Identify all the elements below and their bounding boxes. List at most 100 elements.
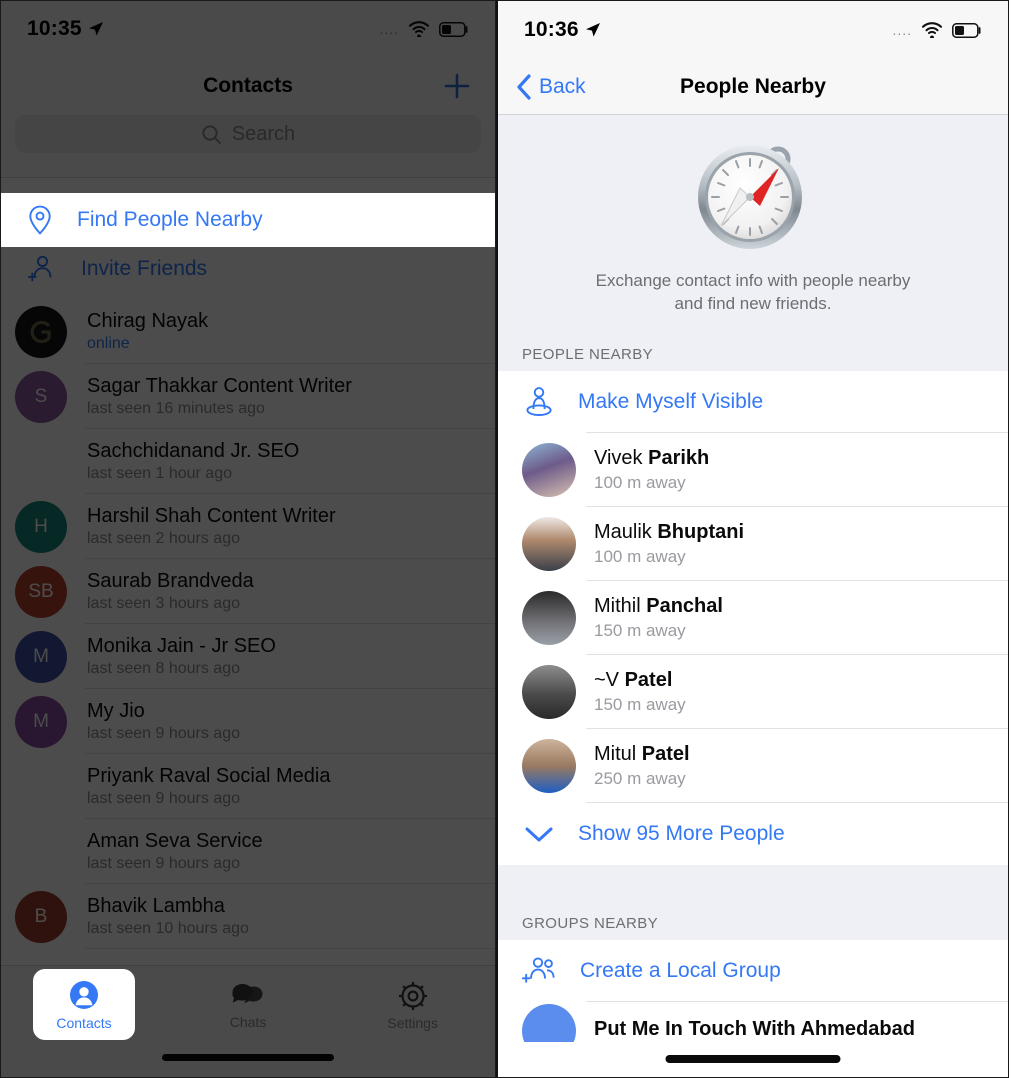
show-more-people-row[interactable]: Show 95 More People	[498, 803, 1008, 865]
make-myself-visible-row[interactable]: Make Myself Visible	[498, 371, 1008, 433]
person-text: Mithil Panchal 150 m away	[594, 595, 723, 641]
list-item[interactable]: ~V Patel 150 m away	[498, 655, 1008, 729]
contact-status: last seen 9 hours ago	[87, 790, 240, 807]
left-nav-bar: Contacts	[1, 57, 495, 115]
contact-text: Harshil Shah Content Writer last seen 2 …	[87, 505, 336, 548]
list-item[interactable]: SB Saurab Brandveda last seen 3 hours ag…	[1, 559, 495, 624]
contacts-list: Chirag Nayak online S Sagar Thakkar Cont…	[1, 299, 495, 949]
search-icon	[202, 124, 221, 144]
contact-name: Sachchidanand Jr. SEO	[87, 440, 300, 462]
avatar	[15, 761, 67, 813]
avatar	[522, 1003, 576, 1042]
people-add-icon	[522, 957, 555, 983]
find-people-nearby-label: Find People Nearby	[77, 208, 263, 231]
list-item[interactable]: Mitul Patel 250 m away	[498, 729, 1008, 803]
plus-icon[interactable]	[443, 72, 471, 100]
signal-dots: ....	[379, 21, 399, 37]
tab-contacts-highlight[interactable]: Contacts	[33, 969, 135, 1040]
tab-chats[interactable]: Chats	[166, 966, 331, 1044]
person-distance: 100 m away	[594, 546, 686, 566]
avatar	[15, 826, 67, 878]
hero-description-line1: Exchange contact info with people nearby	[595, 271, 911, 290]
signal-dots: ....	[892, 22, 912, 38]
person-name: Mithil Panchal	[594, 594, 723, 617]
tab-chats-label: Chats	[229, 1013, 267, 1030]
list-item[interactable]: M My Jio last seen 9 hours ago	[1, 689, 495, 754]
tab-settings[interactable]: Settings	[330, 966, 495, 1044]
avatar	[522, 664, 576, 719]
left-status-bar: 10:35 ....	[1, 1, 495, 57]
compass-icon	[698, 145, 802, 249]
contact-status: last seen 2 hours ago	[87, 530, 240, 547]
contact-text: Bhavik Lambha last seen 10 hours ago	[87, 895, 249, 938]
invite-friends-row[interactable]: Invite Friends	[1, 239, 495, 299]
tab-contacts-label: Contacts	[56, 1014, 112, 1031]
list-item[interactable]: H Harshil Shah Content Writer last seen …	[1, 494, 495, 559]
search-placeholder: Search	[231, 122, 296, 145]
status-time-group: 10:35	[27, 17, 104, 41]
back-button[interactable]: Back	[516, 73, 586, 100]
status-indicators: ....	[379, 21, 469, 37]
contact-status: last seen 10 hours ago	[87, 920, 249, 937]
avatar	[15, 436, 67, 488]
spotlight-find-people-nearby[interactable]: Find People Nearby	[1, 193, 495, 247]
hero-section: Exchange contact info with people nearby…	[498, 115, 1008, 332]
list-item[interactable]: Sachchidanand Jr. SEO last seen 1 hour a…	[1, 429, 495, 494]
people-nearby-section-header: PEOPLE NEARBY	[498, 331, 1008, 371]
g-logo-icon	[30, 320, 51, 343]
contact-name: Bhavik Lambha	[87, 895, 225, 917]
contact-text: Sagar Thakkar Content Writer last seen 1…	[87, 375, 352, 418]
person-distance: 150 m away	[594, 620, 686, 640]
back-label: Back	[539, 74, 586, 98]
contact-status: last seen 1 hour ago	[87, 465, 232, 482]
contact-status: last seen 9 hours ago	[87, 725, 240, 742]
right-status-bar: 10:36 ....	[498, 1, 1008, 59]
list-item[interactable]: Priyank Raval Social Media last seen 9 h…	[1, 754, 495, 819]
contact-name: Harshil Shah Content Writer	[87, 505, 336, 527]
people-nearby-list: Make Myself Visible Vivek Parikh 100 m a…	[498, 370, 1008, 865]
search-input[interactable]: Search	[15, 115, 481, 153]
find-people-nearby-highlight-row[interactable]: Find People Nearby	[1, 193, 495, 247]
wifi-icon	[921, 22, 943, 38]
spotlight-tab-contacts[interactable]: Contacts	[33, 969, 135, 1040]
person-name: Maulik Bhuptani	[594, 520, 745, 543]
avatar	[522, 590, 576, 645]
person-distance: 150 m away	[594, 694, 686, 714]
list-item[interactable]: Maulik Bhuptani 100 m away	[498, 507, 1008, 581]
contact-name: Monika Jain - Jr SEO	[87, 635, 276, 657]
avatar	[522, 442, 576, 497]
list-item[interactable]: Mithil Panchal 150 m away	[498, 581, 1008, 655]
location-arrow-icon	[585, 23, 600, 37]
contact-name: Chirag Nayak	[87, 310, 209, 332]
battery-icon	[439, 21, 468, 37]
avatar: M	[15, 630, 67, 683]
list-item[interactable]: Aman Seva Service last seen 9 hours ago	[1, 819, 495, 884]
list-item[interactable]: S Sagar Thakkar Content Writer last seen…	[1, 364, 495, 429]
contact-text: Chirag Nayak online	[87, 310, 208, 353]
person-name: ~V Patel	[594, 668, 673, 691]
status-time-group: 10:36	[524, 18, 601, 42]
contact-status: online	[87, 335, 130, 352]
create-local-group-row[interactable]: Create a Local Group	[498, 940, 1008, 1002]
contact-name: Saurab Brandveda	[87, 570, 254, 592]
person-text: ~V Patel 150 m away	[594, 669, 686, 715]
invite-friends-label: Invite Friends	[81, 257, 208, 280]
group-name: Put Me In Touch With Ahmedabad	[594, 1018, 915, 1041]
person-distance: 100 m away	[594, 472, 686, 492]
list-item[interactable]: Chirag Nayak online	[1, 299, 495, 364]
home-indicator	[162, 1054, 334, 1061]
contact-name: Aman Seva Service	[87, 830, 263, 852]
battery-icon	[952, 22, 981, 38]
list-item[interactable]: Put Me In Touch With Ahmedabad	[498, 1001, 1008, 1042]
dual-phone-screenshot: 10:35 .... Contacts Search Invite Friend…	[0, 0, 1011, 1078]
contact-name: My Jio	[87, 700, 145, 722]
avatar: S	[15, 370, 67, 423]
make-myself-visible-label: Make Myself Visible	[578, 389, 764, 413]
list-item[interactable]: M Monika Jain - Jr SEO last seen 8 hours…	[1, 624, 495, 689]
person-text: Mitul Patel 250 m away	[594, 743, 690, 789]
hero-description-line2: and find new friends.	[674, 293, 832, 313]
contact-name: Sagar Thakkar Content Writer	[87, 375, 352, 397]
list-item[interactable]: B Bhavik Lambha last seen 10 hours ago	[1, 884, 495, 949]
list-item[interactable]: Vivek Parikh 100 m away	[498, 433, 1008, 507]
contact-status: last seen 16 minutes ago	[87, 400, 265, 417]
